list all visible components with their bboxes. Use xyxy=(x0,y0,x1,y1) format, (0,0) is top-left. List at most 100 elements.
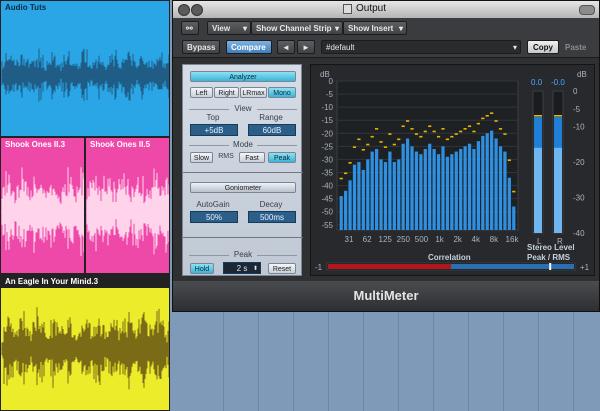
db-tick-label: -35 xyxy=(321,168,333,177)
plugin-name: MultiMeter xyxy=(353,288,419,303)
analyzer-mode-lrmax[interactable]: LRmax xyxy=(240,87,267,98)
chevron-down-icon: ▾ xyxy=(512,43,517,52)
spectrum-bar xyxy=(361,169,365,230)
analyzer-button[interactable]: Analyzer xyxy=(190,71,296,82)
paste-button[interactable]: Paste xyxy=(565,43,586,52)
range-label: Range xyxy=(259,113,283,122)
reset-button[interactable]: Reset xyxy=(268,263,296,274)
clip-audio-tuts[interactable]: Audio Tuts xyxy=(0,0,170,137)
plugin-footer: MultiMeter xyxy=(173,281,599,311)
goniometer-button[interactable]: Goniometer xyxy=(190,182,296,193)
spectrum-bar xyxy=(397,159,401,230)
spectrum-bar xyxy=(423,148,427,230)
db-tick-label: -55 xyxy=(321,221,333,230)
db-unit-label: dB xyxy=(320,70,330,79)
correlation-indicator xyxy=(549,263,552,270)
peak-hold-marker xyxy=(481,117,485,120)
spectrum-bar xyxy=(370,151,374,230)
mode-fast-button[interactable]: Fast xyxy=(239,152,265,163)
compare-button[interactable]: Compare xyxy=(226,40,272,54)
peak-hold-marker xyxy=(428,125,432,128)
chevron-down-icon: ▾ xyxy=(398,24,403,33)
window-titlebar[interactable]: Output xyxy=(173,1,599,18)
clip-title: Shook Ones II.5 xyxy=(90,140,151,149)
show-insert-menu[interactable]: Show Insert ▾ xyxy=(343,21,407,35)
spectrum-bar xyxy=(450,154,454,230)
spectrum-bar xyxy=(459,148,463,230)
mode-label: Mode xyxy=(232,140,253,149)
peak-hold-marker xyxy=(410,128,414,130)
peak-hold-marker xyxy=(375,128,379,130)
hold-time-field[interactable]: 2 s ⬍ xyxy=(223,262,261,274)
top-value-field[interactable]: +5dB xyxy=(190,124,238,136)
stereo-level-label: Stereo Level xyxy=(527,243,575,252)
decay-value-field[interactable]: 500ms xyxy=(248,211,296,223)
chevron-down-icon: ▾ xyxy=(242,24,247,33)
next-preset-button[interactable]: ► xyxy=(297,40,315,54)
mode-peak-button[interactable]: Peak xyxy=(268,152,296,163)
mode-slow-button[interactable]: Slow xyxy=(190,152,213,163)
view-menu[interactable]: View ▾ xyxy=(207,21,251,35)
correlation-min-label: -1 xyxy=(315,263,323,272)
correlation-negative-zone xyxy=(328,264,451,269)
clip-shook-ones-5[interactable]: Shook Ones II.5 xyxy=(85,137,170,274)
peak-hold-marker xyxy=(423,130,427,133)
track-audio-tuts: Audio Tuts xyxy=(0,0,170,137)
spectrum-bar xyxy=(485,133,489,230)
spectrum-bar xyxy=(432,148,436,230)
peak-hold-marker xyxy=(450,135,454,138)
copy-button[interactable]: Copy xyxy=(527,40,559,54)
range-value-field[interactable]: 60dB xyxy=(248,124,296,136)
clip-shook-ones-3[interactable]: Shook Ones II.3 xyxy=(0,137,85,274)
analyzer-mode-mono[interactable]: Mono xyxy=(268,87,296,98)
previous-preset-button[interactable]: ◄ xyxy=(277,40,295,54)
peak-hold-marker xyxy=(454,133,458,135)
close-icon[interactable] xyxy=(178,4,190,16)
correlation-positive-zone xyxy=(451,264,574,269)
view-label: View xyxy=(234,104,252,113)
spectrum-bar xyxy=(436,154,441,230)
peak-hold-marker xyxy=(383,146,388,148)
bypass-button[interactable]: Bypass xyxy=(182,40,220,54)
peak-hold-marker xyxy=(503,133,507,135)
db-tick-label: -30 xyxy=(321,155,333,164)
peak-hold-marker xyxy=(463,128,467,130)
rms-label: RMS xyxy=(218,153,234,160)
peak-hold-marker xyxy=(467,125,472,128)
autogain-value-field[interactable]: 50% xyxy=(190,211,238,223)
peak-hold-marker xyxy=(344,172,348,175)
preset-selector[interactable]: #default ▾ xyxy=(321,40,521,54)
show-channel-strip-menu[interactable]: Show Channel Strip ▾ xyxy=(251,21,343,35)
waveform xyxy=(1,167,84,256)
freq-tick-label: 500 xyxy=(415,235,429,244)
window-icon xyxy=(343,4,352,14)
spectrum-bar xyxy=(463,146,467,230)
analyzer-mode-right[interactable]: Right xyxy=(214,87,239,98)
peak-hold-marker xyxy=(379,141,383,143)
clip-eagle[interactable]: An Eagle In Your Minid.3 xyxy=(0,274,170,411)
link-button[interactable]: ⚯ xyxy=(181,21,199,35)
minimize-icon[interactable] xyxy=(191,4,203,16)
spectrum-bar xyxy=(494,138,498,230)
hold-button[interactable]: Hold xyxy=(190,263,214,274)
peak-hold-marker xyxy=(388,133,392,135)
peak-hold-marker xyxy=(397,138,401,141)
peak-hold-marker xyxy=(361,148,365,151)
freq-tick-label: 1k xyxy=(435,235,444,244)
spectrum-bar xyxy=(498,146,503,230)
stereo-peak-marker xyxy=(554,115,562,117)
analyzer-mode-left[interactable]: Left xyxy=(190,87,213,98)
autogain-label: AutoGain xyxy=(196,200,230,209)
waveform xyxy=(86,168,169,255)
freq-tick-label: 31 xyxy=(345,235,354,244)
peak-hold-marker xyxy=(472,130,476,133)
stereo-rms-bar xyxy=(554,147,562,233)
window-toolbar: ⚯ View ▾ Show Channel Strip ▾ Show Inser… xyxy=(173,18,599,38)
peak-hold-marker xyxy=(494,120,498,122)
freq-tick-label: 4k xyxy=(472,235,481,244)
level-tick-label: 0 xyxy=(573,87,578,96)
peak-hold-marker xyxy=(436,135,441,138)
spectrum-bar xyxy=(339,196,343,230)
spectrum-bar xyxy=(357,162,361,230)
zoom-icon[interactable] xyxy=(579,5,595,15)
